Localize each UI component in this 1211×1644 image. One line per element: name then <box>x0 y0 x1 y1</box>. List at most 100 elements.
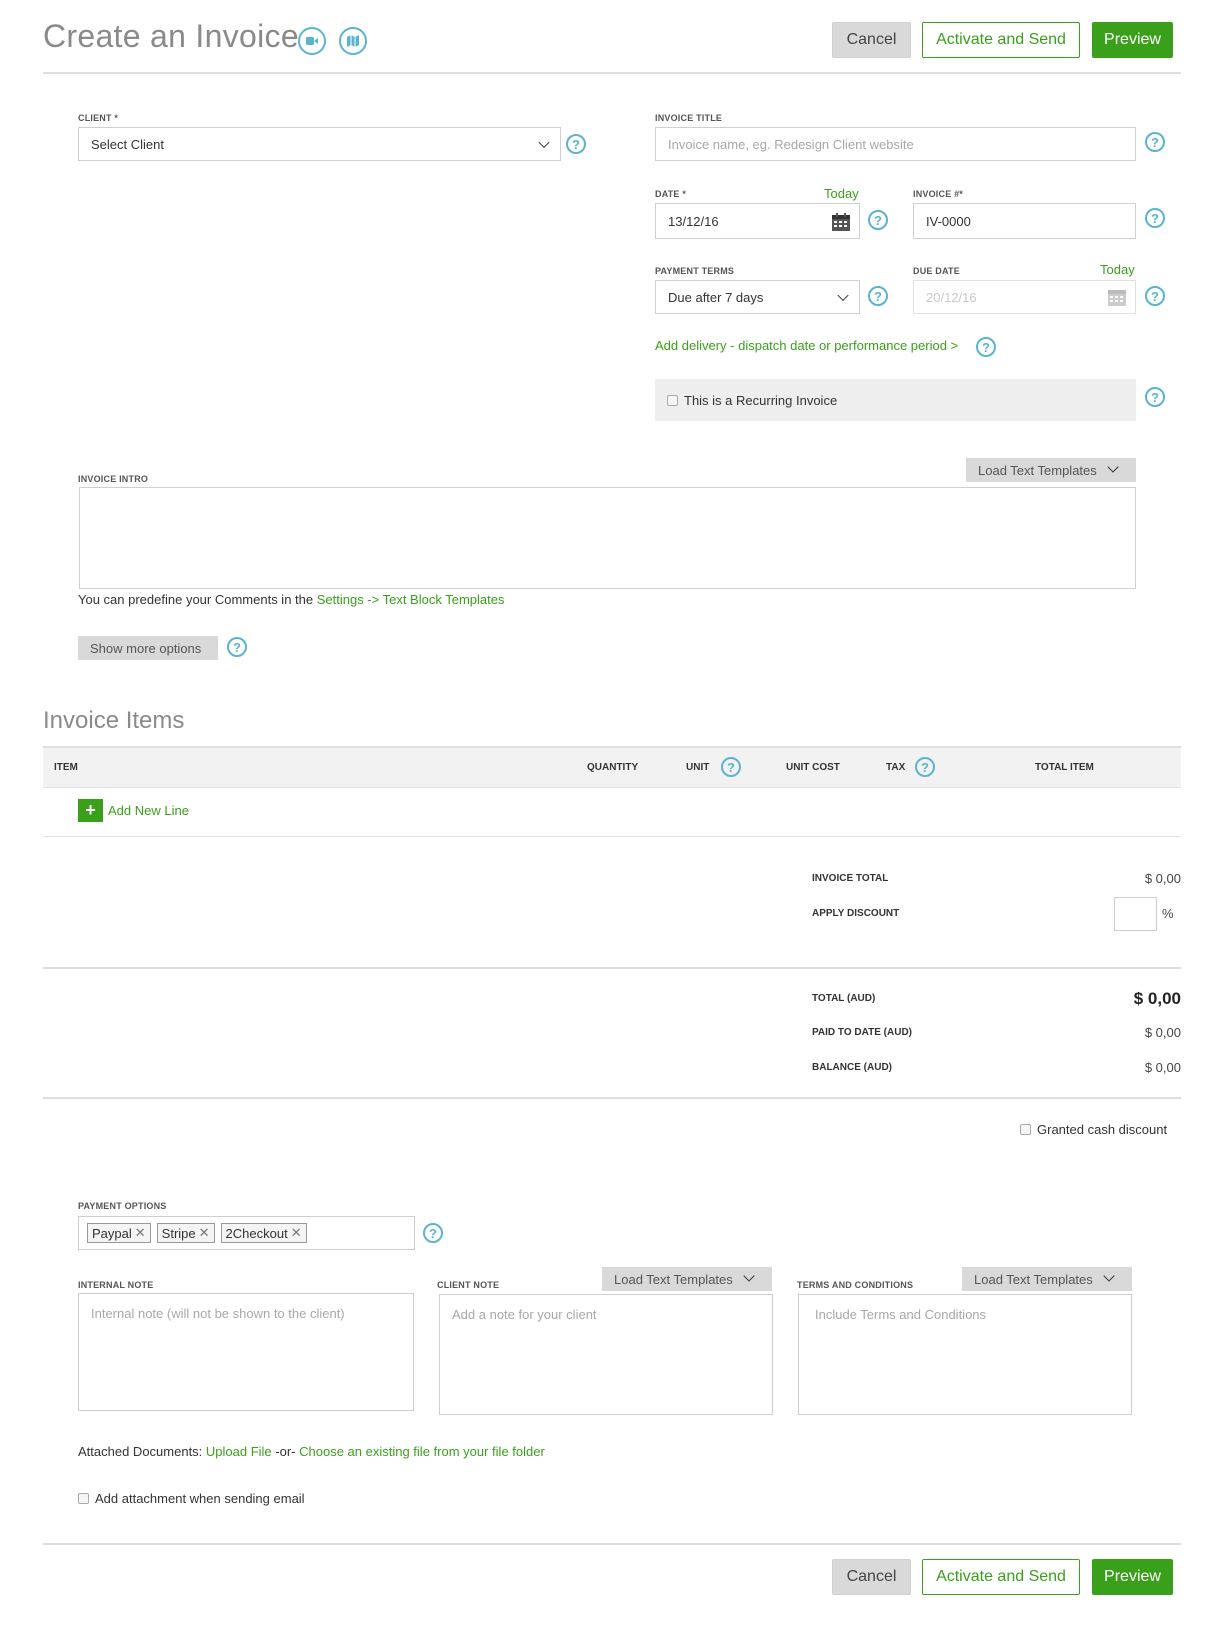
invoice-number-input[interactable]: IV-0000 <box>913 203 1136 239</box>
date-today-link[interactable]: Today <box>824 186 859 201</box>
date-help-icon[interactable]: ? <box>868 210 888 230</box>
total-value: $ 0,00 <box>1133 989 1181 1008</box>
summary-divider <box>43 967 1181 969</box>
show-more-options-button[interactable]: Show more options <box>78 636 218 660</box>
discount-percent-unit: % <box>1162 906 1174 921</box>
payment-terms-select[interactable]: Due after 7 days <box>655 280 860 314</box>
add-new-line-button[interactable]: + Add New Line <box>78 799 189 822</box>
column-unit-cost: UNIT COST <box>786 762 840 773</box>
column-unit: UNIT <box>686 762 710 773</box>
footer-preview-button[interactable]: Preview <box>1092 1559 1173 1595</box>
column-item: ITEM <box>54 762 78 773</box>
chevron-down-icon <box>1103 1270 1115 1282</box>
client-note-textarea[interactable]: Add a note for your client <box>439 1294 773 1415</box>
internal-note-label: INTERNAL NOTE <box>78 1280 154 1290</box>
invoice-number-help-icon[interactable]: ? <box>1145 208 1165 228</box>
due-date-value: 20/12/16 <box>926 289 977 305</box>
text-block-templates-link[interactable]: Settings -> Text Block Templates <box>317 592 505 607</box>
show-more-help-icon[interactable]: ? <box>227 637 247 657</box>
load-text-templates-label: Load Text Templates <box>978 462 1097 478</box>
internal-note-textarea[interactable]: Internal note (will not be shown to the … <box>78 1293 414 1411</box>
invoice-number-label: INVOICE #* <box>913 189 964 199</box>
payment-terms-label: PAYMENT TERMS <box>655 266 735 276</box>
unit-help-icon[interactable]: ? <box>721 757 741 777</box>
footer-cancel-button[interactable]: Cancel <box>832 1559 911 1595</box>
upload-file-link[interactable]: Upload File <box>206 1444 272 1459</box>
column-tax: TAX <box>886 762 906 773</box>
invoice-title-help-icon[interactable]: ? <box>1145 132 1165 152</box>
client-select[interactable]: Select Client <box>78 127 561 161</box>
add-delivery-link[interactable]: Add delivery - dispatch date or performa… <box>655 338 958 353</box>
invoice-number-value: IV-0000 <box>926 213 971 229</box>
add-attachment-checkbox[interactable] <box>78 1493 89 1504</box>
add-attachment-row: Add attachment when sending email <box>78 1491 305 1506</box>
remove-icon[interactable]: ✕ <box>135 1225 146 1241</box>
column-total-item: TOTAL ITEM <box>1035 762 1094 773</box>
invoice-total-value: $ 0,00 <box>1144 871 1181 886</box>
delivery-help-icon[interactable]: ? <box>976 337 996 357</box>
client-note-label: CLIENT NOTE <box>437 1280 500 1290</box>
due-date-help-icon[interactable]: ? <box>1145 286 1165 306</box>
cash-discount-checkbox[interactable] <box>1020 1124 1031 1135</box>
recurring-checkbox[interactable] <box>667 394 678 406</box>
discount-input[interactable] <box>1114 897 1157 931</box>
terms-textarea[interactable]: Include Terms and Conditions <box>798 1294 1132 1415</box>
plus-icon: + <box>78 799 103 822</box>
payment-option-tag: 2Checkout ✕ <box>220 1223 307 1243</box>
payment-options-input[interactable]: Paypal ✕ Stripe ✕ 2Checkout ✕ <box>78 1216 415 1250</box>
invoice-title-input[interactable]: Invoice name, eg. Redesign Client websit… <box>655 127 1136 161</box>
due-date-label: DUE DATE <box>913 266 960 276</box>
date-input[interactable]: 13/12/16 <box>655 203 860 239</box>
calendar-icon[interactable] <box>831 212 851 232</box>
payment-options-label: PAYMENT OPTIONS <box>78 1201 167 1211</box>
load-text-templates-label: Load Text Templates <box>974 1271 1093 1287</box>
invoice-items-heading: Invoice Items <box>43 707 185 734</box>
payment-options-help-icon[interactable]: ? <box>423 1223 443 1243</box>
activate-and-send-button[interactable]: Activate and Send <box>922 22 1080 58</box>
preview-button[interactable]: Preview <box>1092 22 1173 58</box>
add-attachment-label: Add attachment when sending email <box>95 1491 305 1506</box>
invoice-total-label: INVOICE TOTAL <box>812 873 889 884</box>
cancel-button[interactable]: Cancel <box>832 22 911 58</box>
calendar-icon <box>1108 290 1126 306</box>
chevron-down-icon <box>538 136 550 149</box>
client-help-icon[interactable]: ? <box>566 134 586 154</box>
total-label: TOTAL (AUD) <box>812 993 876 1004</box>
terms-load-templates-button[interactable]: Load Text Templates <box>962 1267 1132 1291</box>
video-icon[interactable] <box>298 27 326 55</box>
show-more-options-label: Show more options <box>90 640 202 656</box>
due-date-input: 20/12/16 <box>913 280 1136 314</box>
items-table-header: ITEM QUANTITY UNIT ? UNIT COST TAX ? TOT… <box>43 746 1181 788</box>
load-text-templates-button[interactable]: Load Text Templates <box>966 458 1136 482</box>
client-select-value: Select Client <box>91 136 164 152</box>
client-note-load-templates-button[interactable]: Load Text Templates <box>602 1267 772 1291</box>
chevron-down-icon <box>837 289 849 302</box>
map-tour-icon[interactable] <box>339 27 367 55</box>
page-title: Create an Invoice <box>43 18 299 54</box>
invoice-title-placeholder: Invoice name, eg. Redesign Client websit… <box>668 136 914 152</box>
balance-label: BALANCE (AUD) <box>812 1062 892 1073</box>
footer-divider <box>43 1543 1181 1545</box>
payment-terms-help-icon[interactable]: ? <box>868 286 888 306</box>
predefine-text: You can predefine your Comments in the <box>78 592 317 607</box>
recurring-label: This is a Recurring Invoice <box>684 392 838 408</box>
payment-option-label: Stripe <box>161 1225 196 1241</box>
payment-option-tag: Stripe ✕ <box>156 1223 215 1243</box>
invoice-intro-textarea[interactable] <box>79 487 1136 589</box>
payment-option-tag: Paypal ✕ <box>87 1223 151 1243</box>
remove-icon[interactable]: ✕ <box>199 1225 210 1241</box>
chevron-down-icon <box>743 1270 755 1282</box>
recurring-help-icon[interactable]: ? <box>1145 387 1165 407</box>
tax-help-icon[interactable]: ? <box>915 757 935 777</box>
paid-to-date-label: PAID TO DATE (AUD) <box>812 1027 912 1038</box>
cash-discount-label: Granted cash discount <box>1037 1122 1168 1137</box>
attached-documents-row: Attached Documents: Upload File -or- Cho… <box>78 1444 545 1459</box>
add-new-line-label: Add New Line <box>108 803 189 818</box>
load-text-templates-label: Load Text Templates <box>614 1271 733 1287</box>
footer-activate-and-send-button[interactable]: Activate and Send <box>922 1559 1080 1595</box>
due-date-today-link[interactable]: Today <box>1100 262 1135 277</box>
attached-documents-label: Attached Documents: <box>78 1444 206 1459</box>
choose-existing-file-link[interactable]: Choose an existing file from your file f… <box>299 1444 545 1459</box>
remove-icon[interactable]: ✕ <box>291 1225 302 1241</box>
payment-option-label: 2Checkout <box>225 1225 288 1241</box>
